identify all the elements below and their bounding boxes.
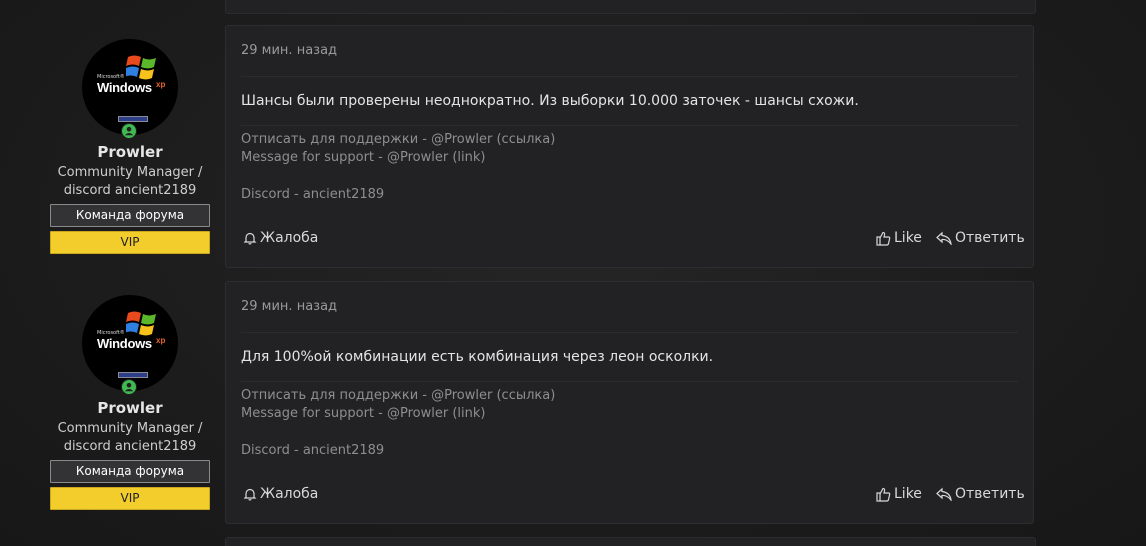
signature-line: Message for support - @Prowler (link) (241, 150, 486, 165)
online-status (121, 123, 137, 139)
avatar-windows-text: Windows (97, 336, 152, 351)
next-post-card (225, 537, 1036, 546)
avatar-xp-text: xp (156, 336, 166, 345)
signature-spacer (241, 167, 555, 186)
signature-line: Отписать для поддержки - @Prowler (ссылк… (241, 388, 556, 403)
online-status (121, 379, 137, 395)
thumbs-up-icon (876, 487, 891, 502)
username[interactable]: Prowler (50, 399, 210, 417)
post-message: Шансы были проверены неоднократно. Из вы… (241, 93, 859, 109)
user-title-line: Community Manager / (57, 421, 203, 436)
username[interactable]: Prowler (50, 143, 210, 161)
report-button[interactable]: Жалоба (243, 230, 318, 246)
user-title-line: discord ancient2189 (63, 183, 197, 198)
post-card: 29 мин. назад Шансы были проверены неодн… (225, 25, 1034, 268)
signature-line: Отписать для поддержки - @Prowler (ссылк… (241, 132, 556, 147)
windows-logo-icon (126, 311, 156, 336)
user-title: Community Manager / discord ancient2189 (50, 420, 210, 456)
report-button[interactable]: Жалоба (243, 486, 318, 502)
signature: Отписать для поддержки - @Prowler (ссылк… (241, 387, 555, 460)
avatar[interactable]: Microsoft® Windows xp (82, 39, 178, 135)
divider (241, 76, 1018, 77)
bell-icon (243, 488, 257, 501)
user-online-icon (122, 124, 136, 138)
reply-button[interactable]: Ответить (936, 486, 1025, 502)
reply-arrow-icon (936, 231, 952, 245)
avatar-windows-text: Windows (97, 80, 152, 95)
user-online-icon (122, 380, 136, 394)
post: Microsoft® Windows xp Prowler Community … (0, 25, 1146, 269)
post-timestamp[interactable]: 29 мин. назад (241, 299, 337, 314)
divider (241, 381, 1018, 382)
like-label: Like (894, 230, 922, 246)
bell-icon (243, 232, 257, 245)
avatar-xp-text: xp (156, 80, 166, 89)
team-badge: Команда форума (50, 460, 210, 483)
report-label: Жалоба (260, 230, 319, 246)
previous-post-card (225, 0, 1036, 14)
avatar-bar (118, 372, 148, 378)
forum-thread: Microsoft® Windows xp Prowler Community … (0, 0, 1146, 546)
like-button[interactable]: Like (876, 486, 922, 502)
post: Microsoft® Windows xp Prowler Community … (0, 281, 1146, 525)
team-badge: Команда форума (50, 204, 210, 227)
divider (241, 125, 1018, 126)
reply-arrow-icon (936, 487, 952, 501)
signature-spacer (241, 423, 555, 442)
user-title: Community Manager / discord ancient2189 (50, 164, 210, 200)
like-label: Like (894, 486, 922, 502)
avatar[interactable]: Microsoft® Windows xp (82, 295, 178, 391)
signature-line: Message for support - @Prowler (link) (241, 406, 486, 421)
reply-label: Ответить (955, 230, 1025, 246)
post-message: Для 100%ой комбинации есть комбинация че… (241, 349, 714, 365)
user-title-line: Community Manager / (57, 165, 203, 180)
vip-badge: VIP (50, 487, 210, 510)
divider (241, 332, 1018, 333)
report-label: Жалоба (260, 486, 319, 502)
windows-logo-icon (126, 55, 156, 80)
post-card: 29 мин. назад Для 100%ой комбинации есть… (225, 281, 1034, 524)
signature: Отписать для поддержки - @Prowler (ссылк… (241, 131, 555, 204)
thumbs-up-icon (876, 231, 891, 246)
post-timestamp[interactable]: 29 мин. назад (241, 43, 337, 58)
avatar-bar (118, 116, 148, 122)
signature-line: Discord - ancient2189 (241, 187, 385, 202)
like-button[interactable]: Like (876, 230, 922, 246)
user-title-line: discord ancient2189 (63, 439, 197, 454)
reply-button[interactable]: Ответить (936, 230, 1025, 246)
signature-line: Discord - ancient2189 (241, 443, 385, 458)
reply-label: Ответить (955, 486, 1025, 502)
vip-badge: VIP (50, 231, 210, 254)
